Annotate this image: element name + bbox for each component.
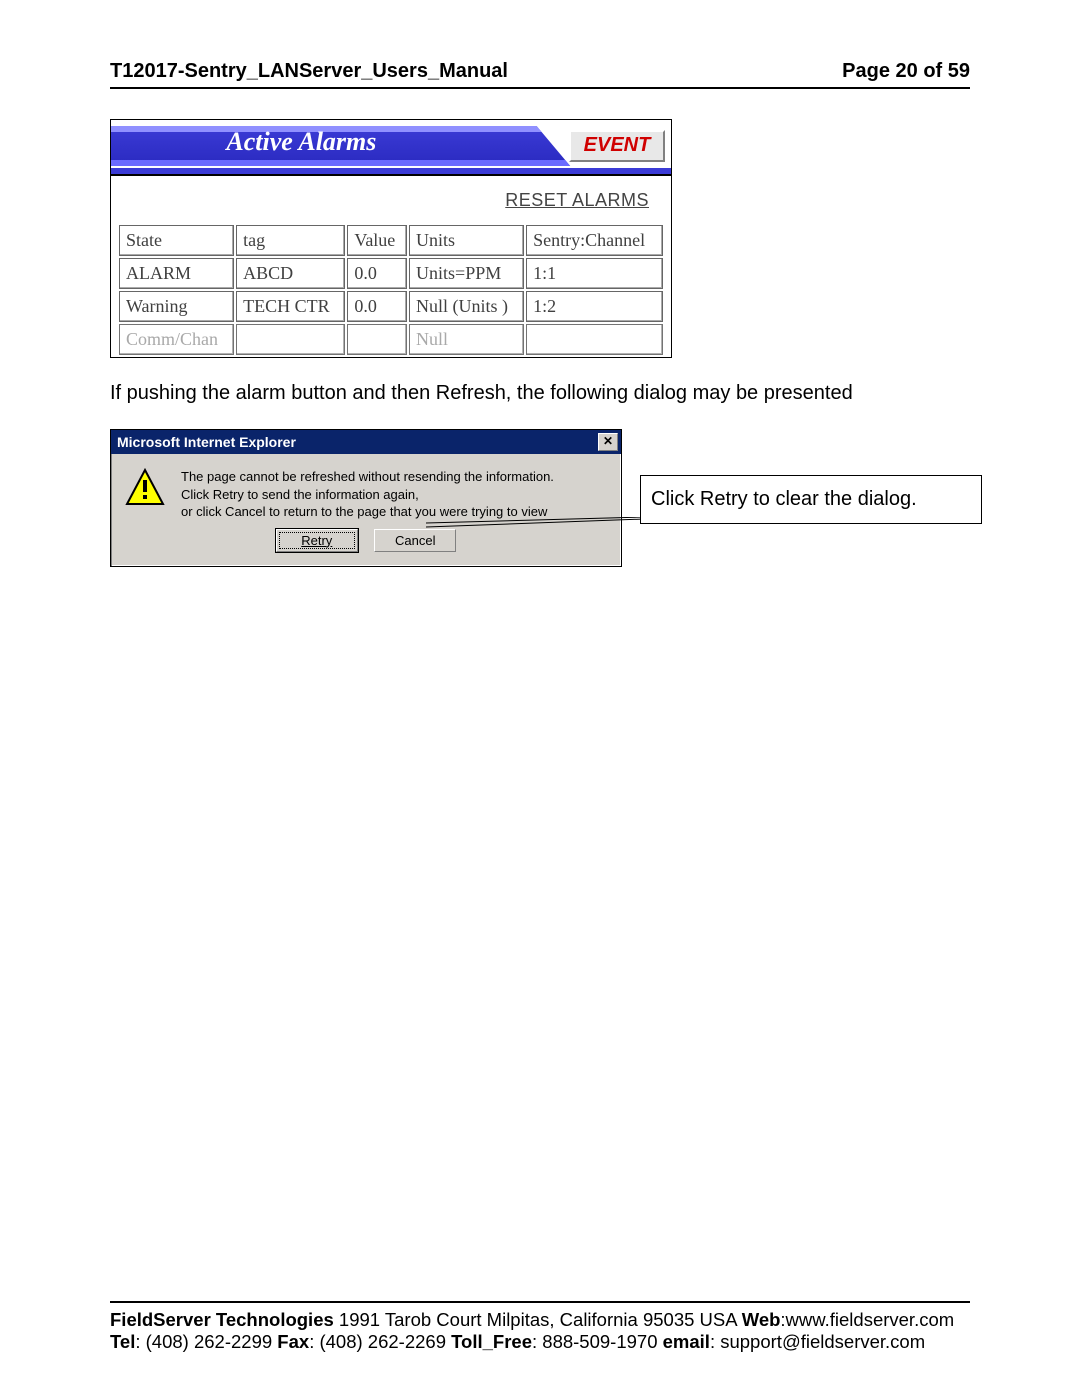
table-header-row: State tag Value Units Sentry:Channel <box>119 225 663 256</box>
col-tag: tag <box>236 225 345 256</box>
retry-button[interactable]: Retry <box>276 529 358 552</box>
col-units: Units <box>409 225 524 256</box>
reset-alarms-link[interactable]: RESET ALARMS <box>505 190 649 211</box>
page-footer: FieldServer Technologies 1991 Tarob Cour… <box>70 1301 1010 1353</box>
table-row: Comm/Chan Null <box>119 324 663 355</box>
doc-title: T12017-Sentry_LANServer_Users_Manual <box>110 60 508 83</box>
cancel-button[interactable]: Cancel <box>374 529 456 552</box>
dialog-title-text: Microsoft Internet Explorer <box>117 434 296 450</box>
dialog-message: The page cannot be refreshed without res… <box>181 468 554 521</box>
col-sentry: Sentry:Channel <box>526 225 663 256</box>
alarm-banner: Active Alarms EVENT <box>111 120 671 170</box>
alarm-table: State tag Value Units Sentry:Channel ALA… <box>117 223 665 357</box>
col-state: State <box>119 225 234 256</box>
body-paragraph: If pushing the alarm button and then Ref… <box>110 382 1010 405</box>
callout: Click Retry to clear the dialog. <box>640 475 982 524</box>
warning-icon <box>125 468 165 508</box>
page-header: T12017-Sentry_LANServer_Users_Manual Pag… <box>110 60 970 89</box>
table-row: ALARM ABCD 0.0 Units=PPM 1:1 <box>119 258 663 289</box>
event-button[interactable]: EVENT <box>569 130 665 162</box>
dialog-titlebar: Microsoft Internet Explorer ✕ <box>111 430 621 454</box>
alarm-screenshot: Active Alarms EVENT RESET ALARMS State t… <box>110 119 672 358</box>
close-icon[interactable]: ✕ <box>598 433 618 451</box>
ie-dialog: Microsoft Internet Explorer ✕ The page c… <box>110 429 622 567</box>
banner-title: Active Alarms <box>111 120 492 164</box>
table-row: Warning TECH CTR 0.0 Null (Units ) 1:2 <box>119 291 663 322</box>
page-number: Page 20 of 59 <box>842 60 970 83</box>
col-value: Value <box>347 225 407 256</box>
